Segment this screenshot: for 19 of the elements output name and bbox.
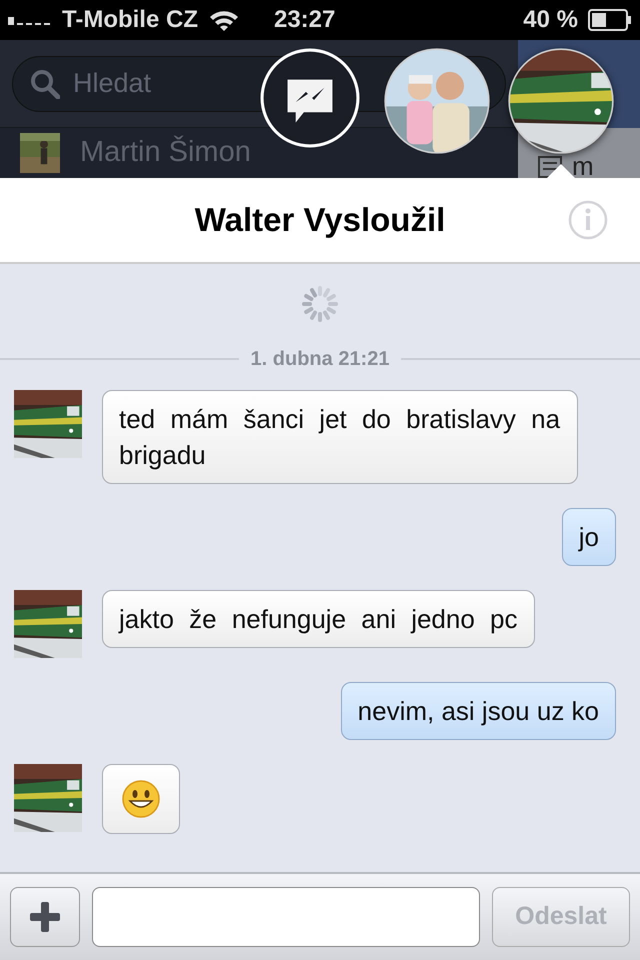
message-bubble: ted mám šanci jet do bratislavy na brigadu: [102, 390, 578, 484]
date-divider: 1. dubna 21:21: [250, 347, 390, 372]
search-icon: [30, 68, 60, 98]
message-preview: m: [572, 154, 594, 178]
chat-title: Walter Vysloužil: [194, 200, 446, 240]
battery-percent: 40 %: [523, 5, 578, 35]
signal-icon: [8, 15, 52, 25]
carrier-name: T-Mobile CZ: [62, 5, 198, 35]
contact-name[interactable]: Martin Šimon: [80, 131, 251, 175]
message-bubble: jakto že nefunguje ani jedno pc: [102, 590, 534, 648]
clock-time: 23:27: [274, 5, 336, 35]
smiley-icon: [121, 779, 161, 819]
message-bubble: nevim, asi jsou uz ko: [340, 682, 616, 740]
plus-icon: [28, 900, 62, 934]
battery-icon: [588, 9, 632, 31]
messenger-icon[interactable]: [259, 47, 361, 149]
message-input[interactable]: [92, 887, 480, 947]
message-bubble: jo: [562, 508, 616, 566]
add-button[interactable]: [10, 887, 80, 947]
